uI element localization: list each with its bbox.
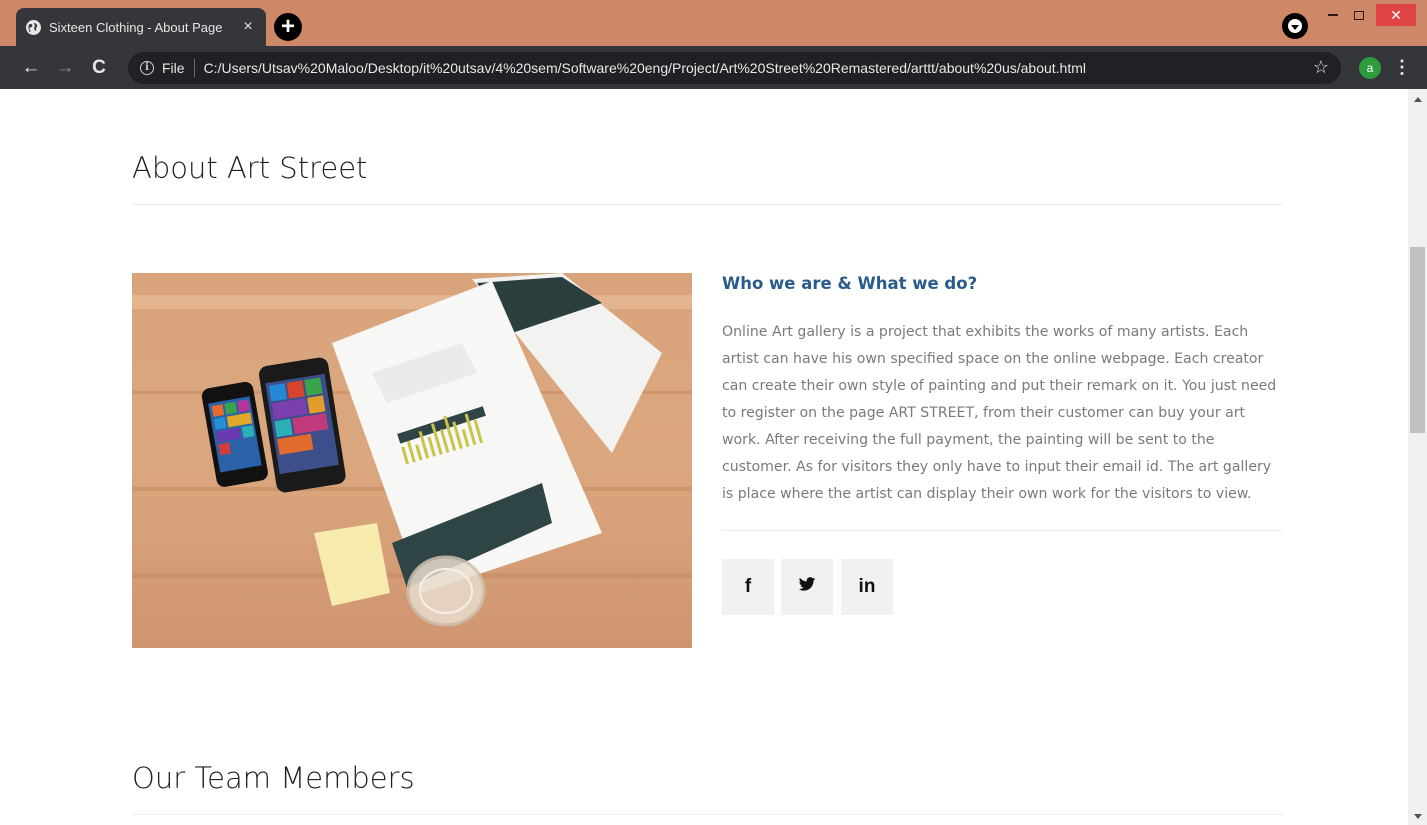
- page-scrollbar[interactable]: [1408, 89, 1427, 825]
- scrollbar-thumb[interactable]: [1410, 247, 1425, 433]
- url-text[interactable]: C:/Users/Utsav%20Maloo/Desktop/it%20utsa…: [204, 60, 1313, 76]
- team-heading: Our Team Members: [132, 761, 415, 795]
- new-tab-button[interactable]: +: [274, 13, 302, 41]
- browser-menu-icon[interactable]: ⋮: [1393, 57, 1411, 78]
- profile-avatar[interactable]: a: [1359, 56, 1381, 79]
- scroll-down-arrow-icon[interactable]: [1408, 809, 1427, 823]
- tab-title: Sixteen Clothing - About Page: [49, 19, 223, 35]
- reload-icon[interactable]: C: [84, 53, 114, 83]
- globe-icon: [26, 19, 41, 35]
- linkedin-icon: in: [858, 576, 876, 597]
- window-close-button[interactable]: ✕: [1376, 4, 1416, 26]
- extension-download-icon[interactable]: [1282, 13, 1308, 39]
- divider: [132, 204, 1283, 205]
- twitter-button[interactable]: [781, 559, 833, 615]
- address-divider: [193, 58, 195, 77]
- facebook-icon: f: [744, 576, 752, 597]
- window-minimize-button[interactable]: [1320, 4, 1346, 26]
- about-image: [132, 273, 692, 648]
- forward-arrow-icon[interactable]: →: [50, 53, 80, 83]
- browser-toolbar: ← → C i File C:/Users/Utsav%20Maloo/Desk…: [0, 46, 1427, 89]
- bookmark-star-icon[interactable]: ☆: [1313, 57, 1329, 78]
- about-description: Online Art gallery is a project that exh…: [722, 324, 1277, 502]
- about-subheading: Who we are & What we do?: [722, 274, 978, 293]
- window-restore-button[interactable]: [1346, 4, 1372, 26]
- linkedin-button[interactable]: in: [841, 559, 893, 615]
- scroll-up-arrow-icon[interactable]: [1408, 92, 1427, 106]
- divider: [132, 814, 1283, 815]
- tab-close-icon[interactable]: ×: [240, 18, 256, 36]
- browser-titlebar: Sixteen Clothing - About Page × + ✕: [0, 0, 1427, 46]
- file-scheme-label: File: [162, 59, 185, 76]
- back-arrow-icon[interactable]: ←: [16, 53, 46, 83]
- twitter-icon: [798, 575, 816, 599]
- divider: [722, 530, 1283, 531]
- facebook-button[interactable]: f: [722, 559, 774, 615]
- page-content: About Art Street Who we are & What we do…: [0, 89, 1408, 825]
- address-bar[interactable]: i File C:/Users/Utsav%20Maloo/Desktop/it…: [128, 51, 1341, 84]
- browser-tab-active[interactable]: Sixteen Clothing - About Page ×: [16, 8, 266, 46]
- about-heading: About Art Street: [132, 151, 368, 185]
- info-icon[interactable]: i: [140, 60, 154, 75]
